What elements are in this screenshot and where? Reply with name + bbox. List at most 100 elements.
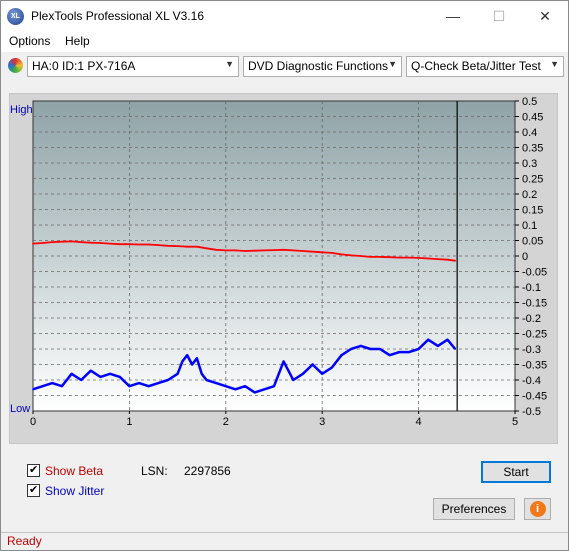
- menu-help[interactable]: Help: [65, 34, 90, 48]
- drive-select[interactable]: HA:0 ID:1 PX-716A ▼: [27, 56, 239, 77]
- data-point: [350, 348, 352, 350]
- x-tick-label: 4: [416, 416, 422, 428]
- info-button[interactable]: i: [524, 498, 551, 520]
- data-point: [311, 363, 314, 366]
- data-point: [225, 385, 227, 388]
- show-beta-checkbox[interactable]: ✔: [27, 464, 40, 477]
- data-point: [417, 348, 420, 350]
- data-point: [408, 351, 410, 353]
- data-point: [118, 376, 121, 378]
- data-point: [61, 240, 63, 243]
- plextools-logo-icon: XL: [7, 8, 24, 25]
- data-point: [437, 258, 439, 260]
- data-point: [369, 348, 372, 350]
- data-point: [147, 385, 150, 388]
- y-tick-label: 0.45: [522, 112, 543, 124]
- data-point: [181, 360, 184, 363]
- show-beta-label[interactable]: Show Beta: [45, 464, 103, 478]
- menu-options[interactable]: Options: [9, 34, 50, 48]
- data-point: [138, 243, 140, 246]
- data-point: [273, 249, 275, 251]
- data-point: [176, 373, 179, 375]
- disc-drive-icon: [8, 58, 23, 73]
- lsn-value: 2297856: [184, 464, 231, 478]
- data-point: [331, 366, 333, 369]
- x-tick-label: 2: [223, 416, 229, 428]
- data-point: [302, 250, 304, 252]
- y-tick-label: -0.2: [522, 313, 541, 325]
- data-point: [147, 243, 150, 246]
- data-point: [359, 345, 362, 347]
- data-point: [157, 382, 160, 384]
- data-point: [225, 249, 227, 252]
- y-tick-label: -0.15: [522, 298, 547, 310]
- data-point: [244, 385, 246, 388]
- y-tick-label: 0.5: [522, 96, 537, 108]
- data-point: [369, 256, 372, 258]
- x-tick-label: 5: [512, 416, 518, 428]
- test-select-value: Q-Check Beta/Jitter Test: [411, 59, 541, 73]
- close-button[interactable]: ✕: [522, 1, 568, 31]
- data-point: [186, 354, 189, 357]
- data-point: [51, 241, 54, 243]
- y-tick-label: -0.3: [522, 344, 541, 356]
- data-point: [167, 379, 169, 381]
- data-point: [427, 257, 430, 260]
- maximize-button[interactable]: ☐: [476, 1, 522, 31]
- data-point: [99, 376, 102, 378]
- y-tick-label: 0.25: [522, 174, 543, 186]
- data-point: [244, 250, 246, 252]
- data-point: [80, 379, 82, 381]
- toolbar: HA:0 ID:1 PX-716A ▼ DVD Diagnostic Funct…: [1, 52, 568, 80]
- data-point: [282, 249, 285, 251]
- function-select-value: DVD Diagnostic Functions: [248, 59, 389, 73]
- data-point: [263, 388, 266, 391]
- data-point: [437, 345, 439, 347]
- window-title: PlexTools Professional XL V3.16: [31, 9, 204, 23]
- y-tick-label: 0.2: [522, 189, 537, 201]
- data-point: [80, 241, 82, 243]
- data-point: [167, 244, 169, 247]
- start-button[interactable]: Start: [481, 461, 551, 483]
- preferences-button[interactable]: Preferences: [433, 498, 515, 520]
- chevron-down-icon: ▼: [388, 59, 397, 69]
- data-point: [340, 253, 343, 256]
- data-point: [41, 242, 44, 244]
- y-tick-label: 0.3: [522, 158, 537, 170]
- data-point: [215, 382, 217, 384]
- graph-panel: 0 1 2 3 4 5 0.5 0.45 0.4 0.35 0.3 0.25 0.2 0.15 0.1 0.0…: [9, 93, 558, 444]
- data-point: [359, 255, 362, 257]
- function-select[interactable]: DVD Diagnostic Functions ▼: [243, 56, 402, 77]
- data-point: [292, 249, 295, 252]
- minimize-button[interactable]: —: [430, 1, 476, 31]
- status-bar: Ready: [1, 532, 568, 550]
- data-point: [321, 251, 324, 254]
- x-tick-label: 0: [30, 416, 36, 428]
- y-tick-label: -0.45: [522, 391, 547, 403]
- high-label: High: [10, 104, 33, 116]
- checkmark-icon: ✔: [29, 464, 39, 476]
- chevron-down-icon: ▼: [225, 59, 234, 69]
- menu-bar: Options Help: [1, 31, 568, 52]
- data-point: [32, 242, 34, 245]
- data-point: [388, 354, 391, 357]
- show-jitter-checkbox[interactable]: ✔: [27, 484, 40, 497]
- data-point: [196, 357, 198, 360]
- bottom-panel: ✔ Show Beta ✔ Show Jitter LSN: 2297856 S…: [9, 453, 558, 525]
- test-select[interactable]: Q-Check Beta/Jitter Test ▼: [406, 56, 564, 77]
- data-point: [157, 244, 160, 246]
- y-tick-label: -0.5: [522, 406, 541, 418]
- data-point: [205, 247, 208, 250]
- data-point: [454, 259, 457, 262]
- data-point: [99, 242, 102, 244]
- data-point: [109, 373, 111, 375]
- data-point: [70, 373, 73, 375]
- data-point: [191, 363, 193, 366]
- drive-select-value: HA:0 ID:1 PX-716A: [32, 59, 136, 73]
- data-point: [234, 249, 237, 252]
- data-point: [32, 388, 34, 391]
- y-tick-label: 0.05: [522, 236, 543, 248]
- data-point: [61, 385, 63, 388]
- show-jitter-label[interactable]: Show Jitter: [45, 484, 104, 498]
- data-point: [234, 388, 237, 391]
